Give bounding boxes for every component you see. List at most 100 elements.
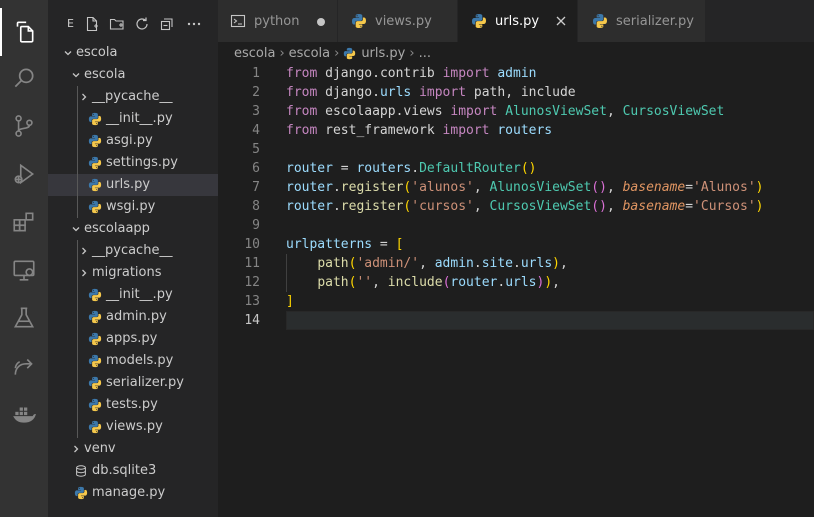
tree-label: admin.py (106, 309, 167, 324)
tree-folder[interactable]: escola (48, 64, 218, 86)
code-line: router = routers.DefaultRouter() (286, 161, 537, 176)
tree-label: apps.py (106, 331, 158, 346)
explorer-sidebar: E escola escola __pycache__ __init__.py asgi… (48, 0, 218, 517)
source-control-icon[interactable] (0, 102, 48, 150)
breadcrumb-item[interactable]: escola (234, 46, 275, 61)
chevron-right-icon: › (279, 45, 285, 61)
line-number: 6 (252, 161, 260, 176)
code-line: from django.urls import path, include (286, 85, 576, 100)
chevron-right-icon: › (409, 45, 415, 61)
tab-urls[interactable]: urls.py (458, 0, 578, 42)
python-icon (88, 200, 102, 214)
breadcrumb-item[interactable]: ... (419, 46, 431, 61)
tree-label: __pycache__ (92, 89, 173, 104)
tree-file[interactable]: db.sqlite3 (48, 460, 218, 482)
line-number: 13 (244, 294, 260, 309)
code-line: from escolaapp.views import AlunosViewSe… (286, 104, 725, 119)
python-icon (88, 134, 102, 148)
tree-file[interactable]: apps.py (48, 328, 218, 350)
tree-label: __pycache__ (92, 243, 173, 258)
tab-views[interactable]: views.py (338, 0, 458, 42)
explorer-header: E (48, 0, 218, 42)
python-icon (472, 14, 486, 28)
live-share-icon[interactable] (0, 342, 48, 390)
code-line: from django.contrib import admin (286, 66, 537, 81)
tree-file[interactable]: views.py (48, 416, 218, 438)
tree-file[interactable]: __init__.py (48, 108, 218, 130)
tree-label: models.py (106, 353, 174, 368)
code-line: from rest_framework import routers (286, 123, 553, 138)
tree-file[interactable]: tests.py (48, 394, 218, 416)
python-icon (344, 47, 356, 59)
tree-label: asgi.py (106, 133, 153, 148)
tree-folder[interactable]: escola (48, 42, 218, 64)
chevron-right-icon (78, 262, 90, 284)
python-icon (88, 112, 102, 126)
chevron-down-icon (70, 218, 82, 240)
tree-file[interactable]: manage.py (48, 482, 218, 504)
collapse-all-icon[interactable] (159, 16, 175, 32)
editor-tabs: python views.py urls.py serializer.py (218, 0, 814, 42)
code-editor[interactable]: 1 from django.contrib import admin 2 from d… (218, 64, 814, 517)
tree-file[interactable]: __init__.py (48, 284, 218, 306)
chevron-right-icon (78, 240, 90, 262)
tree-folder[interactable]: escolaapp (48, 218, 218, 240)
tree-folder[interactable]: venv (48, 438, 218, 460)
line-number: 12 (244, 275, 260, 290)
line-number: 14 (244, 313, 260, 328)
tab-serializer[interactable]: serializer.py (578, 0, 706, 42)
tree-folder[interactable]: migrations (48, 262, 218, 284)
breadcrumb: escola › escola › urls.py › ... (218, 42, 814, 64)
explorer-title: E (67, 17, 74, 30)
tree-file[interactable]: models.py (48, 350, 218, 372)
tree-file[interactable]: serializer.py (48, 372, 218, 394)
current-line-highlight (286, 311, 814, 330)
tree-label: escolaapp (84, 221, 150, 236)
line-number: 9 (252, 218, 260, 233)
tree-folder[interactable]: __pycache__ (48, 86, 218, 108)
tree-file[interactable]: urls.py (48, 174, 218, 196)
tree-label: tests.py (106, 397, 158, 412)
new-file-icon[interactable] (84, 16, 100, 32)
breadcrumb-item[interactable]: urls.py (361, 46, 405, 61)
tree-label: __init__.py (106, 287, 173, 302)
more-actions-icon[interactable] (186, 16, 202, 32)
tab-python-terminal[interactable]: python (218, 0, 338, 42)
code-line: path('admin/', admin.site.urls), (317, 256, 568, 271)
file-tree: escola escola __pycache__ __init__.py asgi.p… (48, 42, 218, 504)
python-icon (88, 354, 102, 368)
tab-label: views.py (375, 13, 432, 29)
extensions-icon[interactable] (0, 198, 48, 246)
python-icon (593, 14, 607, 28)
tree-label: migrations (92, 265, 162, 280)
testing-icon[interactable] (0, 294, 48, 342)
line-number: 2 (252, 85, 260, 100)
python-icon (88, 156, 102, 170)
tree-label: urls.py (106, 177, 151, 192)
tree-folder[interactable]: __pycache__ (48, 240, 218, 262)
code-line: urlpatterns = [ (286, 237, 404, 252)
docker-icon[interactable] (0, 390, 48, 438)
code-line: ] (286, 294, 294, 309)
tree-label: db.sqlite3 (92, 463, 157, 478)
new-folder-icon[interactable] (109, 16, 125, 32)
tree-file[interactable]: wsgi.py (48, 196, 218, 218)
remote-explorer-icon[interactable] (0, 246, 48, 294)
line-number: 5 (252, 142, 260, 157)
breadcrumb-item[interactable]: escola (289, 46, 330, 61)
python-icon (352, 14, 366, 28)
explorer-icon[interactable] (0, 8, 48, 56)
tree-file[interactable]: settings.py (48, 152, 218, 174)
refresh-icon[interactable] (134, 16, 150, 32)
close-icon[interactable] (553, 13, 569, 29)
chevron-down-icon (62, 42, 74, 64)
line-number: 1 (252, 66, 260, 81)
tree-file[interactable]: admin.py (48, 306, 218, 328)
code-line: router.register('cursos', CursosViewSet(… (286, 199, 764, 214)
line-number: 4 (252, 123, 260, 138)
tree-file[interactable]: asgi.py (48, 130, 218, 152)
search-icon[interactable] (0, 54, 48, 102)
python-icon (88, 288, 102, 302)
run-debug-icon[interactable] (0, 150, 48, 198)
python-icon (88, 376, 102, 390)
